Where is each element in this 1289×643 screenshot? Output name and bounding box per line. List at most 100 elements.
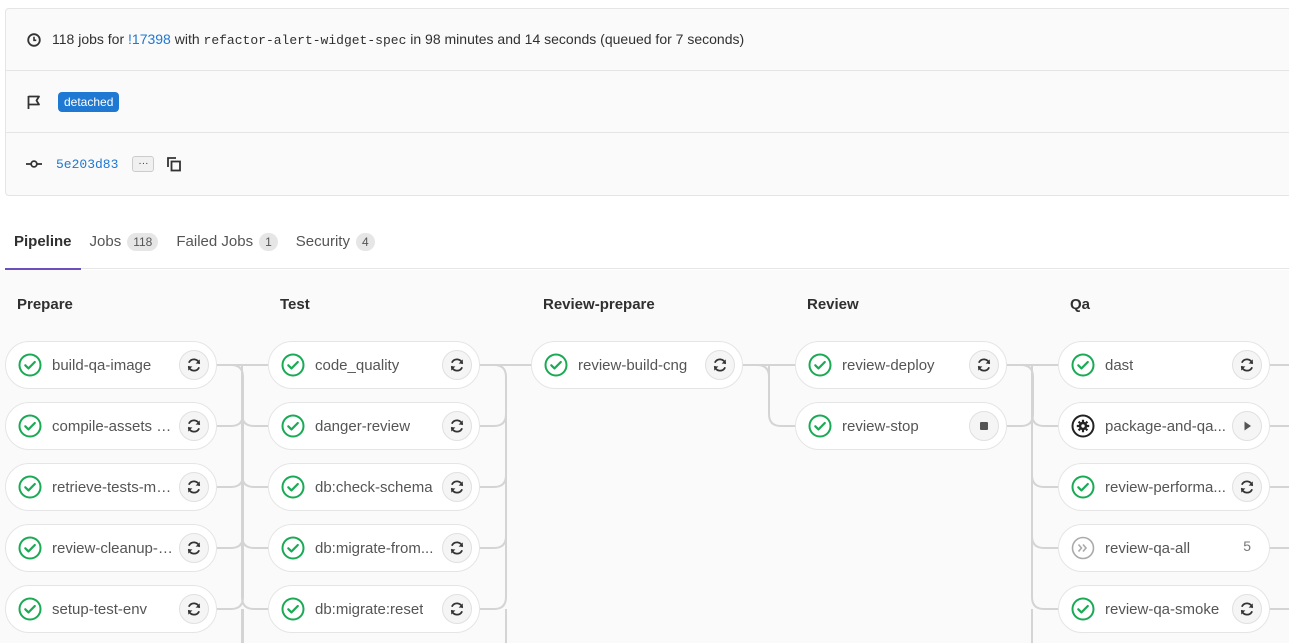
duration-text: in 98 minutes and 14 seconds (queued for… [410, 31, 745, 47]
job-card[interactable]: danger-review [268, 402, 480, 450]
job-card[interactable]: dast [1058, 341, 1270, 389]
job-card[interactable]: review-build-cng [531, 341, 743, 389]
stage-title: Prepare [17, 296, 73, 313]
job-name: dast [1105, 356, 1134, 374]
retry-job-button[interactable] [179, 533, 209, 563]
tab-count-badge: 4 [355, 232, 375, 251]
job-name: review-qa-all [1105, 539, 1191, 557]
copy-sha-button[interactable] [166, 156, 182, 172]
job-card[interactable]: db:check-schema [268, 463, 480, 511]
connector-line [217, 474, 244, 488]
job-card[interactable]: compile-assets p... [5, 402, 217, 450]
pipeline-summary-row: 118 jobs for !17398 with refactor-alert-… [6, 9, 1289, 71]
retry-job-button[interactable] [705, 350, 735, 380]
pipeline-info-panel: 118 jobs for !17398 with refactor-alert-… [5, 8, 1289, 196]
retry-icon [1239, 357, 1255, 373]
connector-line [480, 596, 507, 610]
job-card[interactable]: review-stop [795, 402, 1007, 450]
status-success-icon [18, 475, 42, 499]
retry-job-button[interactable] [442, 411, 472, 441]
connector-line [768, 413, 795, 427]
retry-job-button[interactable] [179, 350, 209, 380]
retry-job-button[interactable] [1232, 350, 1262, 380]
connector-line [1007, 413, 1034, 427]
job-card[interactable]: retrieve-tests-me... [5, 463, 217, 511]
connector-line [217, 596, 244, 610]
job-card[interactable]: review-cleanup-f... [5, 524, 217, 572]
merge-request-link[interactable]: !17398 [128, 31, 171, 47]
status-success-icon [18, 536, 42, 560]
job-card[interactable]: review-qa-all 5 [1058, 524, 1270, 572]
retry-job-button[interactable] [1232, 594, 1262, 624]
retry-icon [1239, 601, 1255, 617]
pipeline-summary: 118 jobs for !17398 with refactor-alert-… [52, 31, 744, 48]
status-success-icon [1071, 597, 1095, 621]
stage-title: Test [280, 296, 310, 313]
connector-line [1031, 596, 1058, 610]
status-success-icon [18, 597, 42, 621]
job-name: code_quality [315, 356, 400, 374]
tab-failed-jobs[interactable]: Failed Jobs 1 [167, 215, 286, 269]
retry-icon [449, 479, 465, 495]
job-name: danger-review [315, 417, 411, 435]
job-card[interactable]: review-performa... [1058, 463, 1270, 511]
stage-title: Review-prepare [543, 296, 655, 313]
retry-icon [976, 357, 992, 373]
tab-label: Jobs [89, 233, 122, 250]
status-success-icon [1071, 353, 1095, 377]
retry-job-button[interactable] [442, 350, 472, 380]
job-card[interactable]: review-deploy [795, 341, 1007, 389]
status-success-icon [808, 414, 832, 438]
commit-row: 5e203d83 ··· [6, 133, 1289, 195]
tab-pipeline[interactable]: Pipeline [5, 215, 81, 270]
status-success-icon [281, 414, 305, 438]
retry-job-button[interactable] [442, 594, 472, 624]
connector-line [1031, 413, 1058, 427]
job-name: build-qa-image [52, 356, 152, 374]
retry-job-button[interactable] [1232, 472, 1262, 502]
job-card[interactable]: review-qa-smoke [1058, 585, 1270, 633]
retry-icon [186, 540, 202, 556]
retry-job-button[interactable] [442, 533, 472, 563]
retry-job-button[interactable] [969, 350, 999, 380]
job-name: review-qa-smoke [1105, 600, 1220, 618]
job-name: setup-test-env [52, 600, 148, 618]
commit-icon [26, 156, 42, 172]
tab-jobs[interactable]: Jobs 118 [81, 215, 168, 269]
job-card[interactable]: db:migrate-from... [268, 524, 480, 572]
job-name: review-performa... [1105, 478, 1226, 496]
job-card[interactable]: code_quality [268, 341, 480, 389]
retry-icon [449, 418, 465, 434]
tab-label: Security [295, 233, 350, 250]
retry-job-button[interactable] [442, 472, 472, 502]
tab-security[interactable]: Security 4 [287, 215, 384, 269]
connector-line [217, 535, 244, 549]
tab-label: Failed Jobs [176, 233, 254, 250]
job-card[interactable]: setup-test-env [5, 585, 217, 633]
retry-job-button[interactable] [179, 472, 209, 502]
retry-job-button[interactable] [179, 411, 209, 441]
retry-job-button[interactable] [179, 594, 209, 624]
connector-line [217, 364, 244, 378]
status-success-icon [281, 353, 305, 377]
status-success-icon [281, 536, 305, 560]
job-card[interactable]: package-and-qa... [1058, 402, 1270, 450]
play-icon [1239, 418, 1255, 434]
connector-line [241, 474, 268, 488]
job-name: compile-assets p... [52, 417, 174, 435]
branch-name[interactable]: refactor-alert-widget-spec [204, 33, 407, 48]
job-name: review-deploy [842, 356, 935, 374]
connector-line [241, 413, 268, 427]
pipeline-tabs: Pipeline Jobs 118 Failed Jobs 1 Security… [5, 215, 1289, 270]
job-card[interactable]: db:migrate:reset [268, 585, 480, 633]
status-success-icon [18, 353, 42, 377]
commit-sha-link[interactable]: 5e203d83 [56, 157, 118, 172]
stage-title: Review [807, 296, 859, 313]
status-success-icon [281, 597, 305, 621]
job-card[interactable]: build-qa-image [5, 341, 217, 389]
expand-commit-button[interactable]: ··· [132, 156, 155, 172]
retry-icon [186, 357, 202, 373]
play-job-button[interactable] [1232, 411, 1262, 441]
with-text: with [174, 31, 200, 47]
stop-job-button[interactable] [969, 411, 999, 441]
